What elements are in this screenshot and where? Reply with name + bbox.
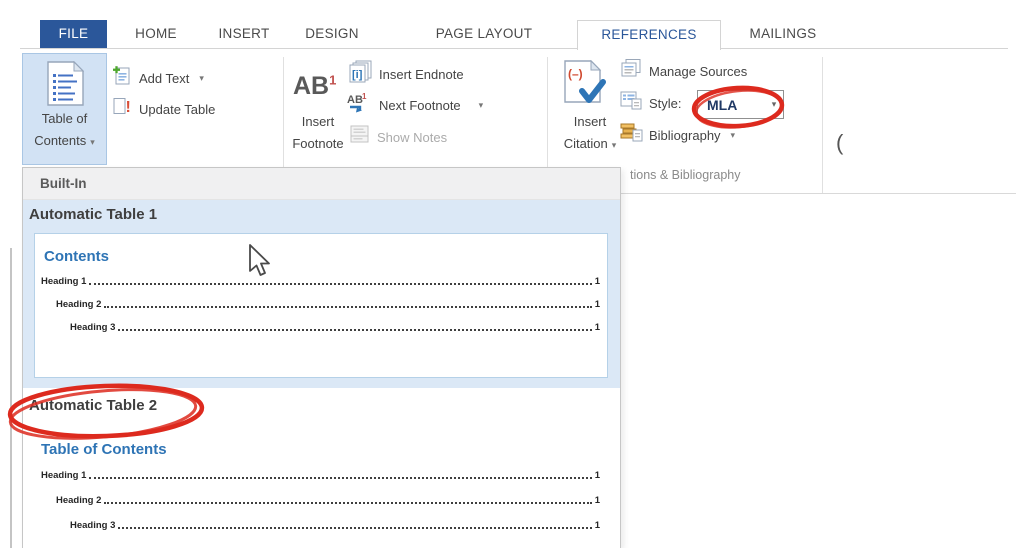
ribbon-bottom-edge bbox=[621, 193, 1016, 194]
insert-footnote-button[interactable]: AB1 bbox=[293, 72, 336, 101]
insert-citation-icon: (–) bbox=[562, 97, 606, 114]
toc-entry: Heading 21 bbox=[56, 493, 600, 506]
bibliography-caret-icon: ▾ bbox=[731, 130, 736, 141]
toc-entry: Heading 11 bbox=[41, 274, 600, 287]
toc-entry: Heading 21 bbox=[56, 297, 600, 310]
next-footnote-button[interactable]: AB 1 Next Footnote ▾ bbox=[346, 93, 483, 117]
toc-gallery-dropdown: Built-In Automatic Table 1 Contents Head… bbox=[22, 167, 621, 548]
gallery-item-automatic-table-2[interactable]: Automatic Table 2 bbox=[29, 397, 157, 414]
document-page-edge bbox=[10, 248, 12, 548]
add-text-caret-icon: ▾ bbox=[199, 73, 204, 84]
tabbar-divider bbox=[719, 48, 1008, 49]
add-text-icon bbox=[112, 65, 133, 91]
tab-insert[interactable]: INSERT bbox=[208, 20, 280, 48]
toc-button-label-line2: Contents▾ bbox=[23, 133, 106, 148]
manage-sources-label: Manage Sources bbox=[649, 64, 747, 79]
insert-citation-button[interactable]: (–) bbox=[562, 60, 606, 115]
toc-button-label-line1: Table of bbox=[23, 111, 106, 126]
svg-text:!: ! bbox=[126, 99, 131, 116]
show-notes-icon bbox=[350, 125, 371, 149]
preview-2-title: Table of Contents bbox=[41, 441, 167, 458]
show-notes-button[interactable]: Show Notes bbox=[350, 125, 447, 149]
add-text-button[interactable]: Add Text ▾ bbox=[112, 66, 204, 90]
toc-entry: Heading 31 bbox=[70, 320, 600, 333]
toc-entry: Heading 11 bbox=[41, 468, 600, 481]
dropdown-caret-icon: ▾ bbox=[90, 137, 95, 147]
insert-footnote-icon: AB bbox=[293, 72, 329, 100]
manage-sources-button[interactable]: Manage Sources bbox=[620, 59, 747, 83]
tab-design[interactable]: DESIGN bbox=[296, 20, 368, 48]
next-footnote-icon: AB 1 bbox=[346, 91, 373, 119]
gallery-section-header: Built-In bbox=[23, 168, 620, 200]
preview-1-title: Contents bbox=[44, 248, 109, 265]
insert-endnote-button[interactable]: [i] Insert Endnote bbox=[348, 62, 464, 86]
insert-endnote-icon: [i] bbox=[348, 60, 373, 88]
table-of-contents-icon bbox=[47, 61, 84, 111]
combobox-arrow-icon[interactable]: ▾ bbox=[765, 99, 783, 110]
style-icon bbox=[620, 90, 643, 116]
update-table-label: Update Table bbox=[139, 102, 215, 117]
table-of-contents-button[interactable]: Table of Contents▾ bbox=[22, 53, 107, 165]
next-footnote-caret-icon: ▾ bbox=[479, 100, 484, 111]
bibliography-button[interactable]: Bibliography ▾ bbox=[620, 123, 735, 147]
insert-citation-caret-icon: ▾ bbox=[612, 140, 617, 150]
tab-home[interactable]: HOME bbox=[120, 20, 192, 48]
gallery-item-1-label: Automatic Table 1 bbox=[29, 206, 157, 223]
cropped-glyph: ( bbox=[836, 130, 843, 156]
citations-group-label: tions & Bibliography bbox=[630, 168, 740, 182]
bibliography-icon bbox=[620, 122, 643, 148]
tab-file[interactable]: FILE bbox=[40, 20, 107, 48]
toc-entry: Heading 31 bbox=[70, 518, 600, 531]
svg-text:1: 1 bbox=[362, 92, 367, 101]
insert-endnote-label: Insert Endnote bbox=[379, 67, 464, 82]
next-footnote-label: Next Footnote bbox=[379, 98, 461, 113]
tab-page-layout[interactable]: PAGE LAYOUT bbox=[402, 20, 566, 48]
update-table-button[interactable]: ! Update Table bbox=[112, 97, 215, 121]
svg-text:AB: AB bbox=[347, 94, 363, 106]
tab-references[interactable]: REFERENCES bbox=[577, 20, 721, 50]
bibliography-label: Bibliography bbox=[649, 128, 721, 143]
svg-text:(–): (–) bbox=[568, 67, 583, 81]
show-notes-label: Show Notes bbox=[377, 130, 447, 145]
word-window: FILE HOME INSERT DESIGN PAGE LAYOUT REFE… bbox=[0, 0, 1024, 548]
style-value: MLA bbox=[698, 97, 765, 113]
tabbar-divider bbox=[20, 48, 577, 49]
group-separator bbox=[822, 57, 823, 193]
manage-sources-icon bbox=[620, 58, 643, 84]
footnote-superscript: 1 bbox=[329, 73, 336, 88]
style-combobox[interactable]: MLA ▾ bbox=[697, 90, 784, 119]
add-text-label: Add Text bbox=[139, 71, 189, 86]
style-row: Style: bbox=[620, 91, 682, 115]
svg-text:[i]: [i] bbox=[352, 69, 363, 81]
tab-mailings[interactable]: MAILINGS bbox=[731, 20, 835, 48]
style-label: Style: bbox=[649, 96, 682, 111]
update-table-icon: ! bbox=[112, 96, 133, 122]
